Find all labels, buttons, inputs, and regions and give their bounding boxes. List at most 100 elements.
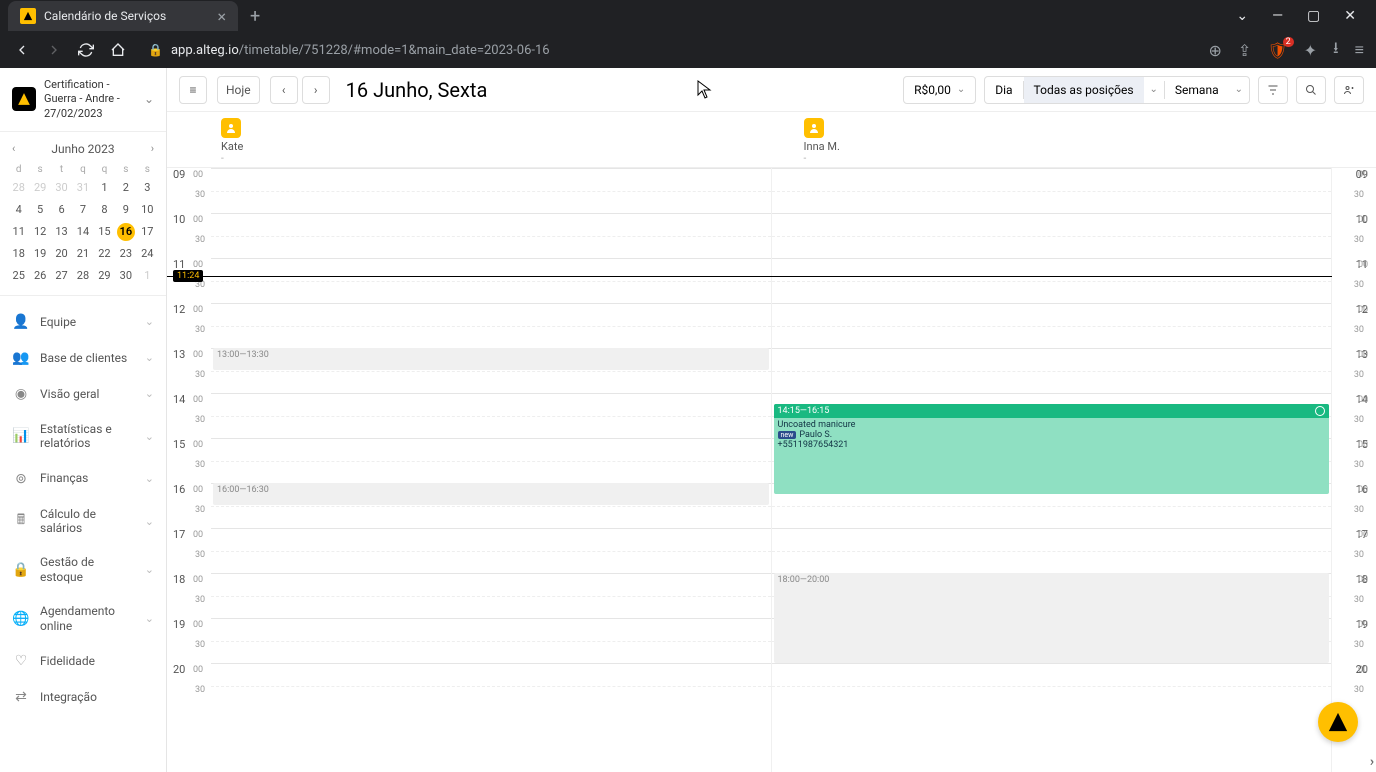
sidebar-item[interactable]: ◉ Visão geral ⌄ [0,376,166,412]
cal-day[interactable]: 29 [31,179,49,197]
share-icon[interactable]: ⇪ [1238,41,1251,60]
lock-icon: 🔒 [148,43,163,57]
sidebar-item[interactable]: ⊚ Finanças ⌄ [0,461,166,497]
cal-day[interactable]: 23 [117,245,135,263]
cal-day[interactable]: 5 [31,201,49,219]
blocked-slot[interactable]: 18:00—20:00 [774,573,1330,663]
resource-column-header[interactable]: Kate - [211,112,794,167]
hamburger-button[interactable]: ≡ [179,76,207,104]
cal-day[interactable]: 24 [138,245,156,263]
resource-column-header[interactable]: Inna M. - [794,112,1376,167]
collapse-panel-icon[interactable]: › [1370,754,1374,770]
back-button[interactable] [12,42,32,58]
prev-day-button[interactable]: ‹ [270,76,298,104]
filter-button[interactable] [1258,76,1288,104]
maximize-icon[interactable]: ▢ [1307,8,1320,24]
zoom-icon[interactable]: ⊕ [1209,41,1222,60]
chevron-down-icon[interactable]: ⌄ [1144,77,1164,103]
browser-tab[interactable]: Calendário de Serviços × [8,1,238,31]
sidebar-item[interactable]: 👤 Equipe ⌄ [0,304,166,340]
cal-day[interactable]: 31 [74,179,92,197]
cal-prev-button[interactable]: ‹ [8,142,19,155]
minimize-icon[interactable]: — [1272,8,1283,24]
sidebar-item[interactable]: 🌐 Agendamento online ⌄ [0,594,166,643]
cal-day[interactable]: 15 [95,223,113,241]
extensions-icon[interactable]: ✦ [1304,41,1317,60]
downloads-icon[interactable]: ⭳ [1333,37,1339,64]
cal-day[interactable]: 20 [53,245,71,263]
sidebar-item[interactable]: ⇄ Integração [0,679,166,715]
cal-day[interactable]: 28 [10,179,28,197]
today-button[interactable]: Hoje [217,76,260,104]
cal-day[interactable]: 29 [95,267,113,285]
new-tab-button[interactable]: + [238,6,272,27]
cal-day[interactable]: 28 [74,267,92,285]
appointment[interactable]: 14:15—16:15 Uncoated manicure newPaulo S… [774,404,1330,494]
org-selector[interactable]: Certification - Guerra - Andre - 27/02/2… [0,68,166,132]
menu-icon[interactable]: ≡ [1355,40,1364,60]
menu-label: Cálculo de salários [40,507,135,536]
cal-day[interactable]: 30 [117,267,135,285]
chevron-down-icon: ⌄ [145,472,154,485]
cal-day[interactable]: 2 [117,179,135,197]
view-positions-button[interactable]: Todas as posições [1024,77,1144,103]
cal-day[interactable]: 19 [31,245,49,263]
cal-day[interactable]: 27 [53,267,71,285]
cal-day[interactable]: 25 [10,267,28,285]
blocked-slot[interactable]: 16:00—16:30 [213,483,769,505]
amount-button[interactable]: R$0,00 ⌄ [903,76,976,104]
reload-button[interactable] [76,42,96,58]
cal-day[interactable]: 10 [138,201,156,219]
next-day-button[interactable]: › [302,76,330,104]
resource-name: Inna M. [804,140,1367,153]
people-button[interactable] [1334,76,1364,104]
sidebar-item[interactable]: 🔒 Gestão de estoque ⌄ [0,545,166,594]
sidebar-item[interactable]: 📊 Estatísticas e relatórios ⌄ [0,412,166,461]
cal-day[interactable]: 6 [53,201,71,219]
home-button[interactable] [108,42,128,58]
cal-day[interactable]: 3 [138,179,156,197]
cal-day[interactable]: 1 [95,179,113,197]
zoom-button[interactable] [1296,76,1326,104]
cal-day[interactable]: 16 [117,223,135,241]
tab-bar: Calendário de Serviços × + ⌄ — ▢ ✕ [0,0,1376,32]
url-bar[interactable]: 🔒 app.alteg.io/timetable/751228/#mode=1&… [140,43,1197,58]
blocked-slot[interactable]: 13:00—13:30 [213,348,769,370]
view-week-button[interactable]: Semana [1165,77,1229,103]
menu-label: Visão geral [40,387,135,401]
cal-day[interactable]: 12 [31,223,49,241]
calendar-column[interactable]: 13:00—13:30 16:00—16:30 [211,168,772,772]
cal-day[interactable]: 13 [53,223,71,241]
cal-day[interactable]: 22 [95,245,113,263]
cal-day[interactable]: 30 [53,179,71,197]
help-fab[interactable] [1318,702,1358,742]
cal-day[interactable]: 9 [117,201,135,219]
cal-day[interactable]: 8 [95,201,113,219]
chevron-down-icon[interactable]: ⌄ [1236,8,1248,24]
cal-day[interactable]: 26 [31,267,49,285]
cal-day[interactable]: 21 [74,245,92,263]
cal-day[interactable]: 17 [138,223,156,241]
view-day-button[interactable]: Dia [985,77,1022,103]
avatar [804,118,824,138]
cal-day[interactable]: 7 [74,201,92,219]
cal-dow: s [137,164,158,175]
shield-icon[interactable]: 🛡2 [1267,41,1287,60]
cal-day[interactable]: 18 [10,245,28,263]
cal-day[interactable]: 1 [138,267,156,285]
clock-icon [1315,406,1325,416]
cal-next-button[interactable]: › [147,142,158,155]
chevron-down-icon[interactable]: ⌄ [1229,77,1249,103]
cal-day[interactable]: 11 [10,223,28,241]
tab-close-icon[interactable]: × [217,7,226,26]
close-window-icon[interactable]: ✕ [1344,8,1356,24]
calendar-body: 0900301000301100301200301300301400301500… [167,168,1376,772]
forward-button[interactable] [44,42,64,58]
chevron-down-icon: ⌄ [145,515,154,528]
sidebar-item[interactable]: ♡ Fidelidade [0,643,166,679]
sidebar-item[interactable]: 👥 Base de clientes ⌄ [0,340,166,376]
cal-day[interactable]: 14 [74,223,92,241]
calendar-column[interactable]: 18:00—20:00 14:15—16:15 Uncoated manicure… [772,168,1333,772]
sidebar-item[interactable]: 🖩 Cálculo de salários ⌄ [0,497,166,546]
cal-day[interactable]: 4 [10,201,28,219]
